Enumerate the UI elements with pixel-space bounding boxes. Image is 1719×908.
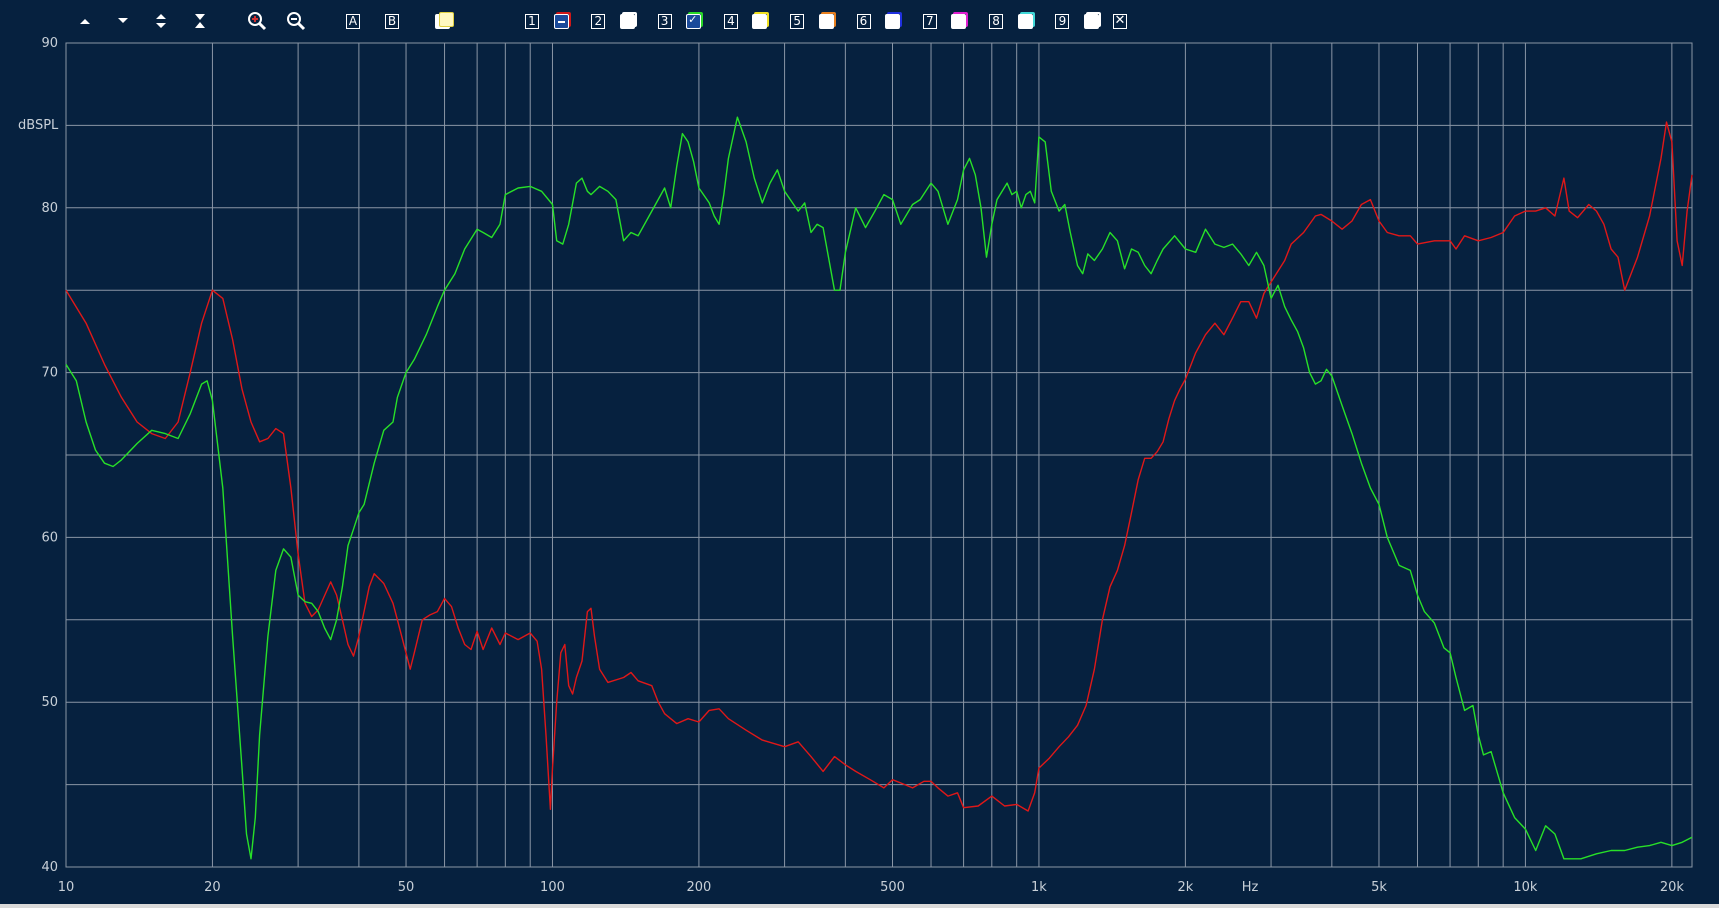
trace-color-chip-icon: [885, 11, 902, 29]
trace-7-color-toggle[interactable]: [950, 10, 969, 32]
trace-1-select-button[interactable]: 1: [524, 10, 540, 32]
y-tick-label: 90: [41, 36, 58, 51]
trace-color-chip-icon: [818, 11, 836, 29]
overlay-color-button[interactable]: [433, 10, 454, 32]
trace-color-chip-icon: [951, 11, 969, 29]
analyzer-window: A B 1 2 3 ✓ 4 5 6 7 8 9 ✕ 40 50 60 70 80 90 10 20 50 100 2…: [0, 0, 1719, 908]
frequency-response-chart: 40 50 60 70 80 90 10 20 50 100 200 500 1k 2k 5k 10k 20k…: [18, 36, 1693, 895]
x-tick-label: 20: [204, 880, 221, 895]
overlay-chip-icon: [434, 11, 454, 29]
y-tick-label: 80: [41, 201, 58, 216]
trace-9-color-toggle[interactable]: [1082, 10, 1101, 32]
trace-color-chip-icon: [553, 11, 571, 29]
cursor-a-button[interactable]: A: [345, 10, 361, 32]
trace-7-select-button[interactable]: 7: [922, 10, 938, 32]
trace-color-chip-icon: [752, 11, 770, 29]
trace-number-label: 6: [856, 13, 871, 29]
trace-8-select-button[interactable]: 8: [988, 10, 1004, 32]
close-icon: ✕: [1113, 12, 1127, 29]
trace-color-chip-icon: [1083, 11, 1101, 29]
trace-number-label: 8: [989, 13, 1004, 29]
y-axis-label: dBSPL: [18, 118, 59, 133]
trace-5-select-button[interactable]: 5: [789, 10, 805, 32]
x-tick-label: 1k: [1031, 880, 1047, 895]
trace-number-label: 4: [723, 13, 738, 29]
trace-number-label: 3: [657, 13, 672, 29]
x-tick-label: 50: [398, 880, 415, 895]
x-tick-label: 10k: [1513, 880, 1538, 895]
x-axis: 10 20 50 100 200 500 1k 2k 5k 10k 20k: [58, 880, 1685, 895]
y-tick-label: 50: [41, 695, 58, 710]
trace-number-label: 7: [922, 13, 937, 29]
trace-color-chip-icon: ✓: [686, 11, 704, 29]
x-tick-label: 20k: [1660, 880, 1685, 895]
y-axis: 40 50 60 70 80 90: [41, 36, 58, 875]
trace-color-chip-icon: [619, 11, 637, 29]
x-tick-label: 500: [880, 880, 905, 895]
trace-2-select-button[interactable]: 2: [590, 10, 606, 32]
trace-3-select-button[interactable]: 3: [657, 10, 673, 32]
trace-9-select-button[interactable]: 9: [1054, 10, 1070, 32]
x-tick-label: 10: [58, 880, 75, 895]
cursor-b-button[interactable]: B: [384, 10, 400, 32]
y-tick-label: 70: [41, 366, 58, 381]
trace-5-color-toggle[interactable]: [817, 10, 836, 32]
trace-1-color-toggle[interactable]: [552, 10, 571, 32]
trace-8-color-toggle[interactable]: [1016, 10, 1035, 32]
y-tick-label: 60: [41, 530, 58, 545]
toolbar: A B 1 2 3 ✓ 4 5 6 7 8 9 ✕: [0, 0, 1719, 40]
minus-icon: [557, 20, 565, 23]
trace-4-select-button[interactable]: 4: [723, 10, 739, 32]
trace-number-label: 9: [1055, 13, 1070, 29]
zoom-out-icon[interactable]: [286, 10, 306, 32]
close-button[interactable]: ✕: [1112, 10, 1128, 32]
x-axis-unit-label: Hz: [1242, 880, 1259, 895]
trace-4-color-toggle[interactable]: [751, 10, 770, 32]
cursor-b-label: B: [385, 13, 399, 29]
compress-range-icon[interactable]: [191, 10, 209, 32]
trace-number-label: 5: [790, 13, 805, 29]
checkmark-icon: ✓: [688, 12, 698, 26]
zoom-in-icon[interactable]: [247, 10, 267, 32]
x-tick-label: 2k: [1177, 880, 1193, 895]
trace-color-chip-icon: [1017, 11, 1035, 29]
x-tick-label: 5k: [1371, 880, 1387, 895]
x-tick-label: 100: [540, 880, 565, 895]
expand-range-icon[interactable]: [152, 10, 170, 32]
status-bar: [0, 904, 1719, 908]
trace-6-select-button[interactable]: 6: [856, 10, 872, 32]
trace-2-color-toggle[interactable]: [618, 10, 637, 32]
y-tick-label: 40: [41, 860, 58, 875]
trace-3-color-toggle[interactable]: ✓: [685, 10, 704, 32]
trace-6-color-toggle[interactable]: [884, 10, 902, 32]
trace-number-label: 2: [591, 13, 606, 29]
scroll-down-icon[interactable]: [114, 10, 132, 32]
cursor-a-label: A: [346, 13, 360, 29]
trace-number-label: 1: [525, 13, 539, 29]
scroll-up-icon[interactable]: [76, 10, 94, 32]
x-tick-label: 200: [687, 880, 712, 895]
